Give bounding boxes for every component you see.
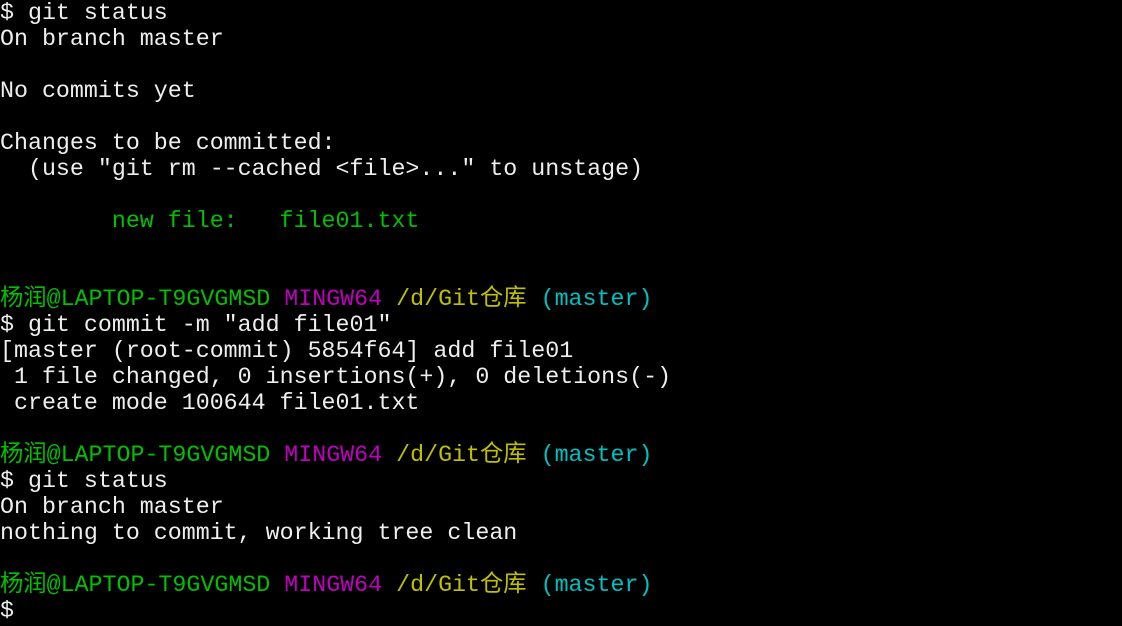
terminal-line: On branch master bbox=[0, 494, 1122, 520]
prompt-line: 杨润@LAPTOP-T9GVGMSD MINGW64 /d/Git仓库 (mas… bbox=[0, 286, 1122, 312]
terminal-line: On branch master bbox=[0, 26, 1122, 52]
terminal-text-segment: MINGW64 bbox=[284, 572, 383, 598]
terminal-text-segment: create mode 100644 file01.txt bbox=[0, 390, 420, 416]
terminal-line: nothing to commit, working tree clean bbox=[0, 520, 1122, 546]
prompt-line: 杨润@LAPTOP-T9GVGMSD MINGW64 /d/Git仓库 (mas… bbox=[0, 572, 1122, 598]
terminal-text-segment: [master (root-commit) 5854f64] add file0… bbox=[0, 338, 574, 364]
terminal-text-segment: MINGW64 bbox=[284, 286, 383, 312]
terminal-line: $ git status bbox=[0, 468, 1122, 494]
terminal-text-segment: /d/Git仓库 bbox=[396, 442, 527, 468]
terminal-line: No commits yet bbox=[0, 78, 1122, 104]
terminal-text-segment: $ git status bbox=[0, 468, 168, 494]
terminal-output[interactable]: $ git status On branch master No commits y… bbox=[0, 0, 1122, 624]
terminal-text-segment: $ git status bbox=[0, 0, 168, 26]
prompt-line: 杨润@LAPTOP-T9GVGMSD MINGW64 /d/Git仓库 (mas… bbox=[0, 442, 1122, 468]
terminal-text-segment: Changes to be committed: bbox=[0, 130, 336, 156]
terminal-text-segment: (master) bbox=[540, 442, 653, 468]
terminal-text-segment: /d/Git仓库 bbox=[396, 572, 527, 598]
terminal-line: (use "git rm --cached <file>..." to unst… bbox=[0, 156, 1122, 182]
terminal-text-segment: On branch master bbox=[0, 494, 224, 520]
terminal-line: $ git commit -m "add file01" bbox=[0, 312, 1122, 338]
terminal-text-segment: 杨润@LAPTOP-T9GVGMSD bbox=[0, 572, 271, 598]
terminal-line: Changes to be committed: bbox=[0, 130, 1122, 156]
terminal-line: new file: file01.txt bbox=[0, 208, 1122, 234]
terminal-line: 1 file changed, 0 insertions(+), 0 delet… bbox=[0, 364, 1122, 390]
terminal-text-segment: nothing to commit, working tree clean bbox=[0, 520, 518, 546]
terminal-text-segment: $ git commit -m "add file01" bbox=[0, 312, 392, 338]
terminal-text-segment: (master) bbox=[540, 572, 653, 598]
terminal-line: $ bbox=[0, 598, 1122, 624]
terminal-text-segment: No commits yet bbox=[0, 78, 196, 104]
terminal-line: [master (root-commit) 5854f64] add file0… bbox=[0, 338, 1122, 364]
terminal-text-segment: 1 file changed, 0 insertions(+), 0 delet… bbox=[0, 364, 672, 390]
terminal-line: $ git status bbox=[0, 0, 1122, 26]
terminal-text-segment: /d/Git仓库 bbox=[396, 286, 527, 312]
terminal-text-segment: 杨润@LAPTOP-T9GVGMSD bbox=[0, 286, 271, 312]
terminal-text-segment: (master) bbox=[540, 286, 653, 312]
terminal-text-segment: MINGW64 bbox=[284, 442, 383, 468]
terminal-text-segment: On branch master bbox=[0, 26, 224, 52]
terminal-text-segment: new file: file01.txt bbox=[0, 208, 420, 234]
terminal-text-segment: 杨润@LAPTOP-T9GVGMSD bbox=[0, 442, 271, 468]
terminal-text-segment: $ bbox=[0, 598, 14, 624]
terminal-text-segment: (use "git rm --cached <file>..." to unst… bbox=[0, 156, 644, 182]
terminal-line: create mode 100644 file01.txt bbox=[0, 390, 1122, 416]
